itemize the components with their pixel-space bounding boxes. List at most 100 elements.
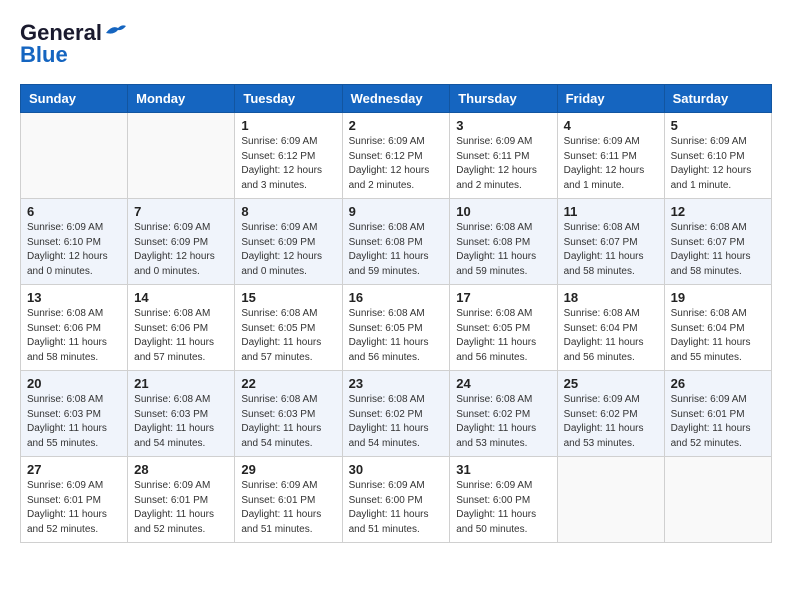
weekday-header-wednesday: Wednesday	[342, 85, 450, 113]
page-header: General Blue	[20, 20, 772, 68]
day-detail: Sunrise: 6:08 AM Sunset: 6:02 PM Dayligh…	[456, 393, 550, 451]
day-number: 6	[27, 204, 121, 219]
calendar-week-row: 13 Sunrise: 6:08 AM Sunset: 6:06 PM Dayli…	[21, 285, 772, 371]
calendar-day-cell	[128, 113, 235, 199]
day-detail: Sunrise: 6:08 AM Sunset: 6:07 PM Dayligh…	[671, 221, 765, 279]
calendar-week-row: 27 Sunrise: 6:09 AM Sunset: 6:01 PM Dayli…	[21, 457, 772, 543]
calendar-day-cell: 19 Sunrise: 6:08 AM Sunset: 6:04 PM Dayli…	[664, 285, 771, 371]
day-detail: Sunrise: 6:09 AM Sunset: 6:12 PM Dayligh…	[241, 135, 335, 193]
day-number: 24	[456, 376, 550, 391]
calendar-day-cell: 15Sunrise: 6:08 AM Sunset: 6:05 PM Dayli…	[235, 285, 342, 371]
day-number: 17	[456, 290, 550, 305]
day-number: 5	[671, 118, 765, 133]
weekday-header-sunday: Sunday	[21, 85, 128, 113]
day-detail: Sunrise: 6:08 AM Sunset: 6:06 PM Dayligh…	[134, 307, 228, 365]
calendar-day-cell: 23 Sunrise: 6:08 AM Sunset: 6:02 PM Dayli…	[342, 371, 450, 457]
calendar-day-cell: 16 Sunrise: 6:08 AM Sunset: 6:05 PM Dayli…	[342, 285, 450, 371]
logo-bird-icon	[104, 23, 126, 39]
day-number: 23	[349, 376, 444, 391]
weekday-header-row: SundayMondayTuesdayWednesdayThursdayFrid…	[21, 85, 772, 113]
day-detail: Sunrise: 6:09 AM Sunset: 6:02 PM Dayligh…	[564, 393, 658, 451]
day-number: 4	[564, 118, 658, 133]
calendar-week-row: 1 Sunrise: 6:09 AM Sunset: 6:12 PM Daylig…	[21, 113, 772, 199]
day-number: 30	[349, 462, 444, 477]
day-detail: Sunrise: 6:08 AM Sunset: 6:04 PM Dayligh…	[564, 307, 658, 365]
calendar-day-cell: 6 Sunrise: 6:09 AM Sunset: 6:10 PM Daylig…	[21, 199, 128, 285]
calendar-day-cell: 3Sunrise: 6:09 AM Sunset: 6:11 PM Daylig…	[450, 113, 557, 199]
calendar-week-row: 6 Sunrise: 6:09 AM Sunset: 6:10 PM Daylig…	[21, 199, 772, 285]
calendar-day-cell: 1 Sunrise: 6:09 AM Sunset: 6:12 PM Daylig…	[235, 113, 342, 199]
calendar-day-cell: 31 Sunrise: 6:09 AM Sunset: 6:00 PM Dayli…	[450, 457, 557, 543]
calendar-day-cell	[21, 113, 128, 199]
day-number: 25	[564, 376, 658, 391]
calendar-day-cell: 18 Sunrise: 6:08 AM Sunset: 6:04 PM Dayli…	[557, 285, 664, 371]
day-number: 1	[241, 118, 335, 133]
calendar-table: SundayMondayTuesdayWednesdayThursdayFrid…	[20, 84, 772, 543]
day-number: 19	[671, 290, 765, 305]
calendar-day-cell: 17 Sunrise: 6:08 AM Sunset: 6:05 PM Dayli…	[450, 285, 557, 371]
day-detail: Sunrise: 6:08 AM Sunset: 6:04 PM Dayligh…	[671, 307, 765, 365]
day-number: 10	[456, 204, 550, 219]
calendar-day-cell: 5 Sunrise: 6:09 AM Sunset: 6:10 PM Daylig…	[664, 113, 771, 199]
calendar-day-cell: 14 Sunrise: 6:08 AM Sunset: 6:06 PM Dayli…	[128, 285, 235, 371]
day-detail: Sunrise: 6:09 AM Sunset: 6:01 PM Dayligh…	[134, 479, 228, 537]
calendar-day-cell: 8Sunrise: 6:09 AM Sunset: 6:09 PM Daylig…	[235, 199, 342, 285]
day-number: 22	[241, 376, 335, 391]
weekday-header-monday: Monday	[128, 85, 235, 113]
day-number: 16	[349, 290, 444, 305]
day-detail: Sunrise: 6:09 AM Sunset: 6:10 PM Dayligh…	[27, 221, 121, 279]
calendar-day-cell: 25 Sunrise: 6:09 AM Sunset: 6:02 PM Dayli…	[557, 371, 664, 457]
weekday-header-thursday: Thursday	[450, 85, 557, 113]
day-number: 20	[27, 376, 121, 391]
day-number: 29	[241, 462, 335, 477]
day-detail: Sunrise: 6:09 AM Sunset: 6:12 PM Dayligh…	[349, 135, 444, 193]
day-detail: Sunrise: 6:08 AM Sunset: 6:08 PM Dayligh…	[349, 221, 444, 279]
day-detail: Sunrise: 6:09 AM Sunset: 6:09 PM Dayligh…	[241, 221, 335, 279]
day-number: 12	[671, 204, 765, 219]
day-number: 7	[134, 204, 228, 219]
day-number: 31	[456, 462, 550, 477]
day-detail: Sunrise: 6:08 AM Sunset: 6:03 PM Dayligh…	[241, 393, 335, 451]
day-number: 28	[134, 462, 228, 477]
day-number: 18	[564, 290, 658, 305]
day-detail: Sunrise: 6:09 AM Sunset: 6:10 PM Dayligh…	[671, 135, 765, 193]
day-detail: Sunrise: 6:08 AM Sunset: 6:08 PM Dayligh…	[456, 221, 550, 279]
day-detail: Sunrise: 6:09 AM Sunset: 6:01 PM Dayligh…	[671, 393, 765, 451]
day-number: 27	[27, 462, 121, 477]
day-detail: Sunrise: 6:08 AM Sunset: 6:05 PM Dayligh…	[456, 307, 550, 365]
calendar-day-cell: 29 Sunrise: 6:09 AM Sunset: 6:01 PM Dayli…	[235, 457, 342, 543]
calendar-day-cell: 28 Sunrise: 6:09 AM Sunset: 6:01 PM Dayli…	[128, 457, 235, 543]
day-detail: Sunrise: 6:09 AM Sunset: 6:01 PM Dayligh…	[27, 479, 121, 537]
calendar-day-cell: 9Sunrise: 6:08 AM Sunset: 6:08 PM Daylig…	[342, 199, 450, 285]
day-number: 13	[27, 290, 121, 305]
calendar-day-cell: 10 Sunrise: 6:08 AM Sunset: 6:08 PM Dayli…	[450, 199, 557, 285]
day-detail: Sunrise: 6:08 AM Sunset: 6:07 PM Dayligh…	[564, 221, 658, 279]
day-detail: Sunrise: 6:09 AM Sunset: 6:09 PM Dayligh…	[134, 221, 228, 279]
day-detail: Sunrise: 6:09 AM Sunset: 6:00 PM Dayligh…	[349, 479, 444, 537]
day-number: 21	[134, 376, 228, 391]
day-detail: Sunrise: 6:08 AM Sunset: 6:03 PM Dayligh…	[27, 393, 121, 451]
day-detail: Sunrise: 6:08 AM Sunset: 6:02 PM Dayligh…	[349, 393, 444, 451]
calendar-day-cell: 12 Sunrise: 6:08 AM Sunset: 6:07 PM Dayli…	[664, 199, 771, 285]
calendar-day-cell: 27 Sunrise: 6:09 AM Sunset: 6:01 PM Dayli…	[21, 457, 128, 543]
day-detail: Sunrise: 6:08 AM Sunset: 6:06 PM Dayligh…	[27, 307, 121, 365]
calendar-day-cell: 20 Sunrise: 6:08 AM Sunset: 6:03 PM Dayli…	[21, 371, 128, 457]
calendar-day-cell	[664, 457, 771, 543]
day-detail: Sunrise: 6:08 AM Sunset: 6:05 PM Dayligh…	[349, 307, 444, 365]
calendar-day-cell: 7 Sunrise: 6:09 AM Sunset: 6:09 PM Daylig…	[128, 199, 235, 285]
logo: General Blue	[20, 20, 126, 68]
day-number: 15	[241, 290, 335, 305]
calendar-week-row: 20 Sunrise: 6:08 AM Sunset: 6:03 PM Dayli…	[21, 371, 772, 457]
day-detail: Sunrise: 6:09 AM Sunset: 6:11 PM Dayligh…	[456, 135, 550, 193]
day-detail: Sunrise: 6:09 AM Sunset: 6:00 PM Dayligh…	[456, 479, 550, 537]
day-detail: Sunrise: 6:09 AM Sunset: 6:01 PM Dayligh…	[241, 479, 335, 537]
weekday-header-saturday: Saturday	[664, 85, 771, 113]
calendar-day-cell: 22 Sunrise: 6:08 AM Sunset: 6:03 PM Dayli…	[235, 371, 342, 457]
day-detail: Sunrise: 6:08 AM Sunset: 6:03 PM Dayligh…	[134, 393, 228, 451]
weekday-header-friday: Friday	[557, 85, 664, 113]
calendar-day-cell: 26Sunrise: 6:09 AM Sunset: 6:01 PM Dayli…	[664, 371, 771, 457]
logo-blue: Blue	[20, 42, 68, 68]
day-number: 14	[134, 290, 228, 305]
day-detail: Sunrise: 6:09 AM Sunset: 6:11 PM Dayligh…	[564, 135, 658, 193]
day-number: 11	[564, 204, 658, 219]
